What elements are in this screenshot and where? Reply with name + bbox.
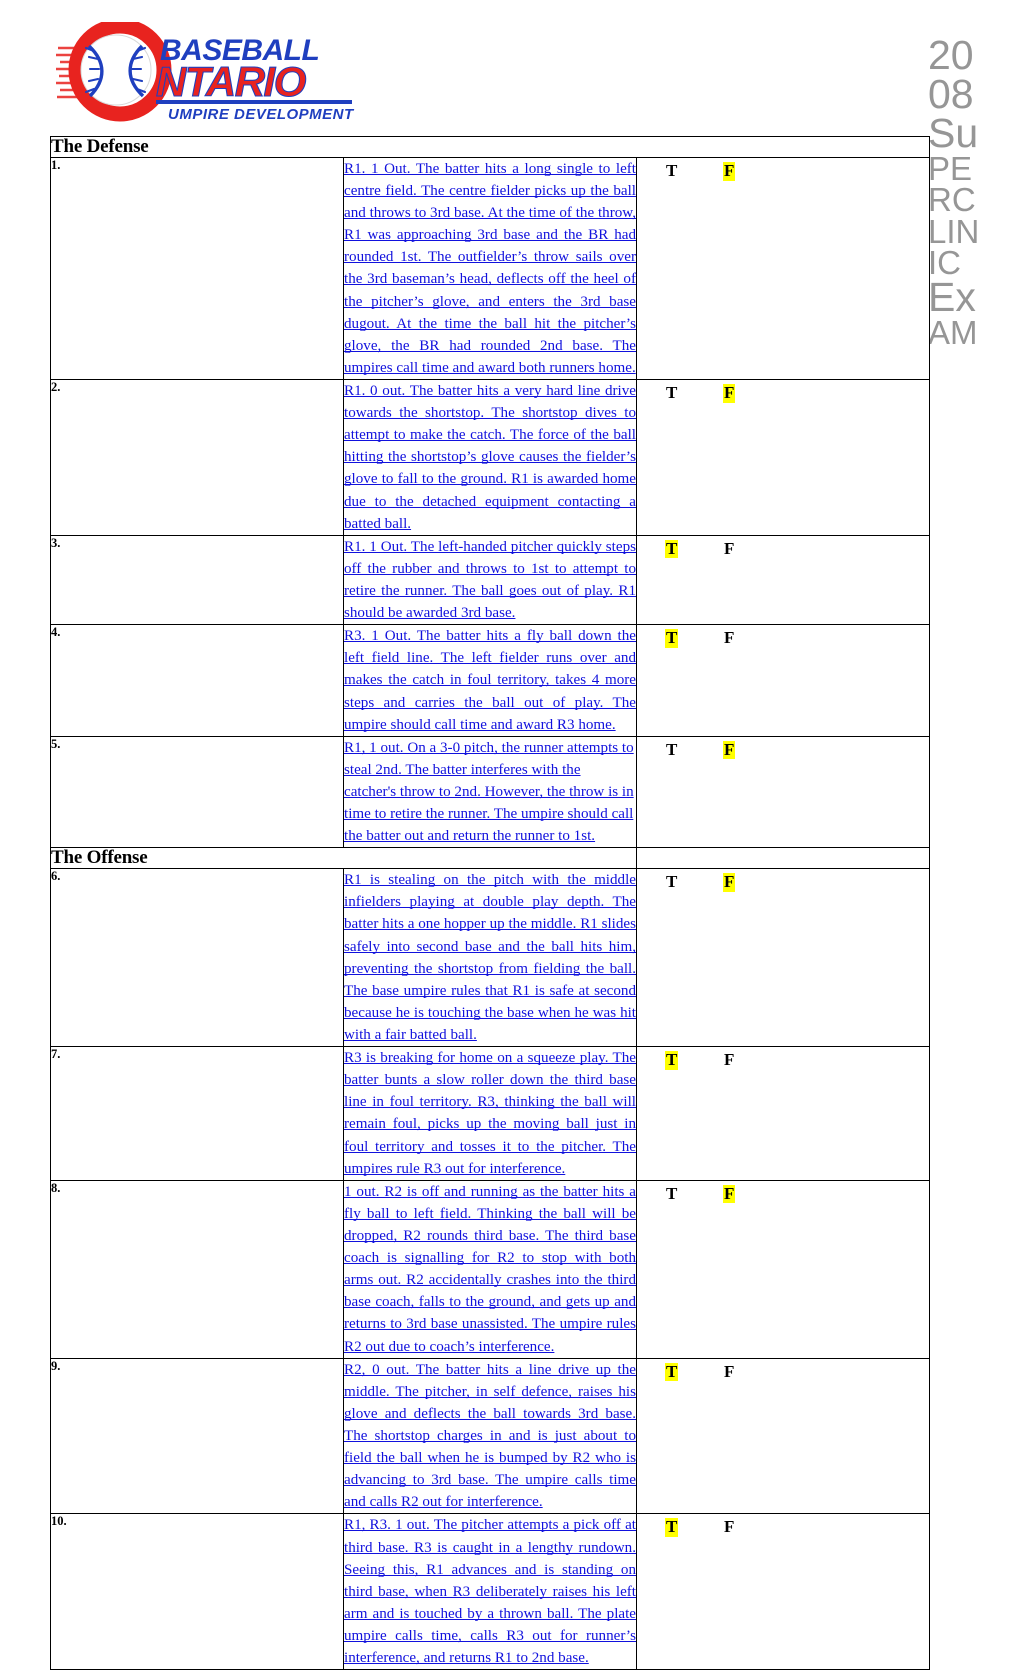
table-row: 3. R1. 1 Out. The left-handed pitcher qu… [50, 534, 930, 626]
question-text: R3 is breaking for home on a squeeze pla… [344, 1050, 636, 1177]
watermark-line-6: LIN [928, 212, 980, 250]
table-row: 9. R2, 0 out. The batter hits a line dri… [50, 1357, 930, 1515]
table-row: 7. R3 is breaking for home on a squeeze … [50, 1046, 930, 1181]
question-number: 9. [50, 1357, 344, 1515]
answer-true-option[interactable]: T [665, 873, 678, 892]
question-text: R1. 0 out. The batter hits a very hard l… [344, 383, 636, 532]
section-title-offense: The Offense [50, 847, 637, 870]
answer-cell: T F [636, 379, 930, 536]
exam-title-watermark: 20 08 Su PE RC LIN IC Ex AM [928, 32, 1020, 352]
question-text: R1. 1 Out. The left-handed pitcher quick… [344, 538, 636, 622]
question-text-cell: R3. 1 Out. The batter hits a fly ball do… [343, 624, 637, 737]
question-number: 4. [50, 624, 344, 737]
question-text: R1. 1 Out. The batter hits a long single… [344, 160, 636, 376]
question-number: 7. [50, 1046, 344, 1181]
answer-false-option[interactable]: F [723, 1184, 736, 1204]
question-text: R3. 1 Out. The batter hits a fly ball do… [344, 628, 636, 733]
watermark-line-3: Su [928, 109, 979, 156]
question-number: 6. [50, 868, 344, 1048]
table-row: 6. R1 is stealing on the pitch with the … [50, 868, 930, 1048]
section-title-defense: The Defense [50, 136, 930, 158]
question-text: 1 out. R2 is off and running as the batt… [344, 1183, 636, 1355]
answer-true-option[interactable]: T [665, 629, 679, 648]
question-number: 2. [50, 379, 344, 536]
question-text: R1, R3. 1 out. The pitcher attempts a pi… [344, 1517, 636, 1667]
answer-true-option[interactable]: T [665, 383, 678, 403]
answer-false-option[interactable]: F [723, 1518, 735, 1537]
question-number: 8. [50, 1179, 344, 1359]
answer-false-option[interactable]: F [723, 161, 736, 181]
table-row: 4. R3. 1 Out. The batter hits a fly ball… [50, 624, 930, 737]
table-row: 1. R1. 1 Out. The batter hits a long sin… [50, 156, 930, 381]
answer-true-option[interactable]: T [665, 539, 679, 559]
baseball-ontario-logo: BASEBALL NTARIO UMPIRE DEVELOPMENT [56, 18, 356, 126]
question-text-cell: R2, 0 out. The batter hits a line drive … [343, 1357, 637, 1515]
question-text-cell: R1. 1 Out. The batter hits a long single… [343, 156, 637, 381]
watermark-line-1: 20 [928, 32, 974, 78]
question-text-cell: R1. 1 Out. The left-handed pitcher quick… [343, 534, 637, 626]
logo-tagline: UMPIRE DEVELOPMENT [168, 106, 355, 123]
table-row: 10. R1, R3. 1 out. The pitcher attempts … [50, 1513, 930, 1670]
question-text-cell: R3 is breaking for home on a squeeze pla… [343, 1046, 637, 1181]
question-text-cell: R1 is stealing on the pitch with the mid… [343, 868, 637, 1048]
answer-cell: T F [636, 156, 930, 381]
watermark-line-9: AM [928, 314, 978, 352]
answer-true-option[interactable]: T [665, 1184, 678, 1204]
watermark-line-8: Ex [928, 274, 976, 321]
answer-cell: T F [636, 534, 930, 626]
answer-false-option[interactable]: F [723, 383, 736, 403]
answer-true-option[interactable]: T [665, 1362, 679, 1382]
section-header-row: The Offense [50, 847, 930, 870]
answer-false-option[interactable]: F [723, 740, 736, 760]
table-row: 2. R1. 0 out. The batter hits a very har… [50, 379, 930, 536]
answer-cell: T F [636, 735, 930, 849]
answer-true-option[interactable]: T [665, 740, 678, 760]
answer-false-option[interactable]: F [723, 873, 736, 892]
watermark-line-5: RC [928, 181, 976, 219]
answer-false-option[interactable]: F [723, 629, 735, 648]
answer-true-option[interactable]: T [665, 1518, 679, 1538]
answer-cell: T F [636, 624, 930, 737]
section-header-answer-spacer [636, 847, 930, 870]
answer-true-option[interactable]: T [665, 1050, 679, 1070]
answer-cell: T F [636, 1513, 930, 1670]
answer-cell: T F [636, 1046, 930, 1181]
answer-false-option[interactable]: F [723, 1050, 735, 1070]
baseball-ontario-logo-icon: BASEBALL NTARIO UMPIRE DEVELOPMENT [56, 18, 355, 123]
question-text: R1, 1 out. On a 3-0 pitch, the runner at… [344, 739, 634, 845]
watermark-line-4: PE [928, 149, 973, 187]
table-row: 5. R1, 1 out. On a 3-0 pitch, the runner… [50, 735, 930, 849]
answer-cell: T F [636, 868, 930, 1048]
question-text-cell: R1, 1 out. On a 3-0 pitch, the runner at… [343, 735, 637, 849]
section-header-row: The Defense [50, 136, 930, 158]
question-number: 10. [50, 1513, 344, 1670]
question-text: R2, 0 out. The batter hits a line drive … [344, 1361, 636, 1511]
question-number: 5. [50, 735, 344, 849]
question-number: 1. [50, 156, 344, 381]
watermark-line-2: 08 [928, 70, 974, 117]
exam-questions-table: The Defense 1. R1. 1 Out. The batter hit… [50, 136, 930, 1670]
answer-cell: T F [636, 1179, 930, 1359]
question-text-cell: R1, R3. 1 out. The pitcher attempts a pi… [343, 1513, 637, 1670]
table-row: 8. 1 out. R2 is off and running as the b… [50, 1179, 930, 1359]
question-text-cell: R1. 0 out. The batter hits a very hard l… [343, 379, 637, 536]
logo-brand-line2: NTARIO [156, 58, 306, 105]
answer-true-option[interactable]: T [665, 161, 678, 181]
answer-cell: T F [636, 1357, 930, 1515]
answer-false-option[interactable]: F [723, 1362, 735, 1382]
question-text-cell: 1 out. R2 is off and running as the batt… [343, 1179, 637, 1359]
question-number: 3. [50, 534, 344, 626]
question-text: R1 is stealing on the pitch with the mid… [344, 872, 636, 1044]
answer-false-option[interactable]: F [723, 539, 735, 559]
